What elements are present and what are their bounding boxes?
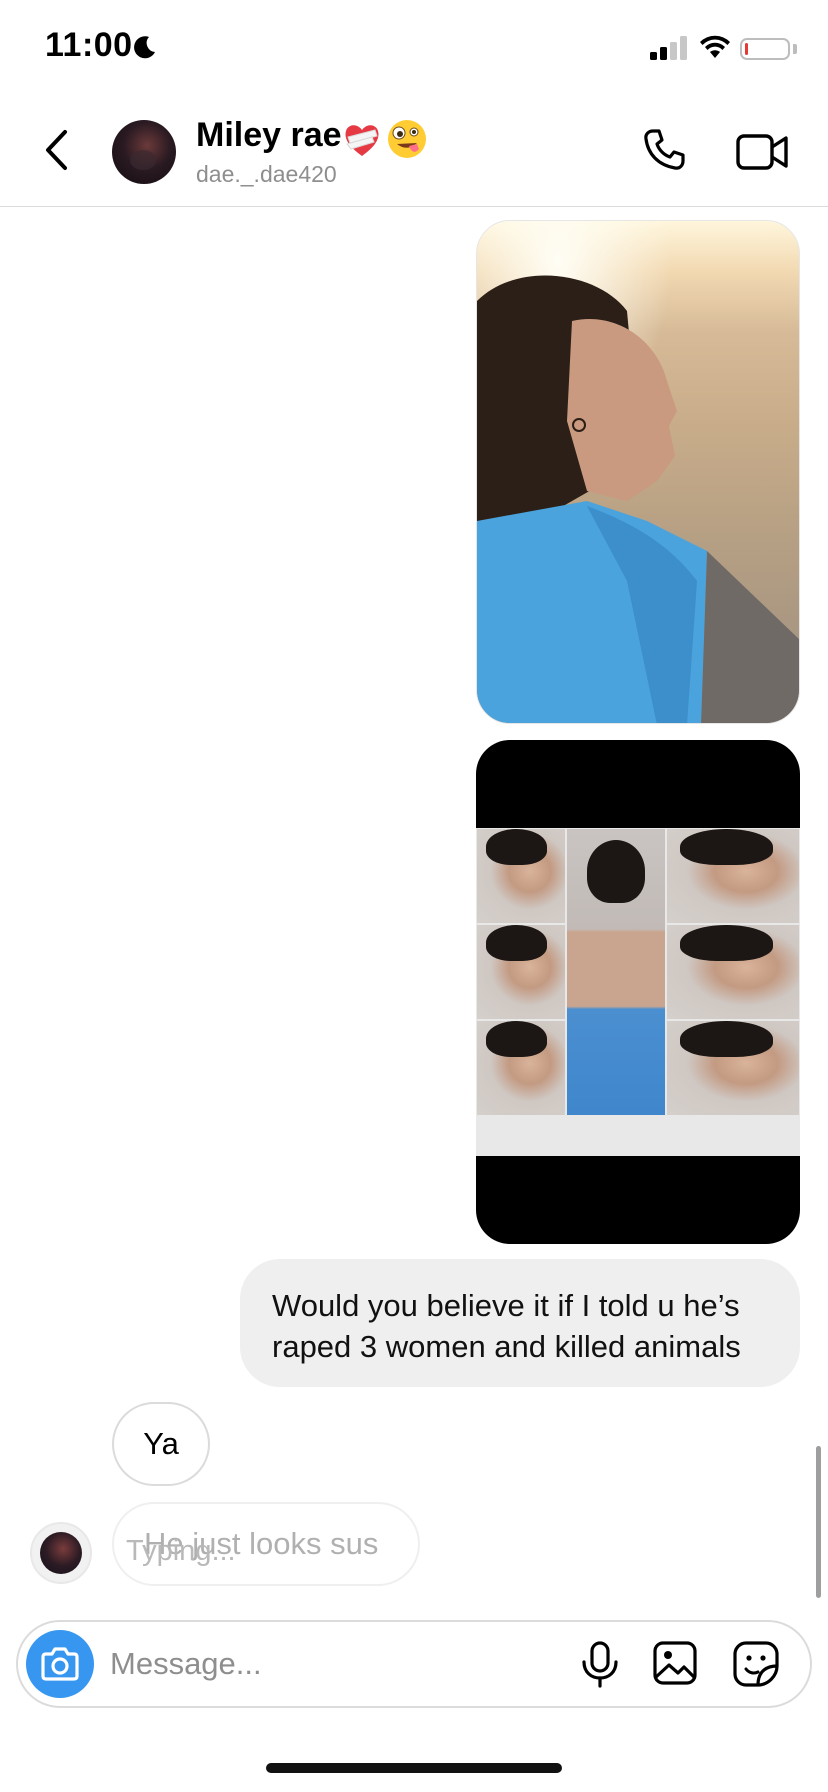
photo-collage [476,828,800,1156]
message-input[interactable] [110,1636,550,1692]
camera-button[interactable] [26,1630,94,1698]
sent-message-bubble[interactable]: Would you believe it if I told u he’s ra… [240,1259,800,1387]
avatar[interactable] [112,120,176,184]
microphone-icon[interactable] [578,1640,622,1688]
collage-cell [476,828,566,924]
mending-heart-emoji [345,125,379,156]
cellular-signal-icon [650,36,687,60]
photo-content [477,221,799,723]
collage-cell [476,1020,566,1116]
phone-icon[interactable] [640,126,688,174]
message-photo-collage[interactable] [476,740,800,1244]
received-message-bubble[interactable]: Ya [112,1402,210,1486]
avatar[interactable] [30,1522,92,1584]
gallery-icon[interactable] [652,1640,698,1686]
contact-name[interactable]: Miley rae [196,116,342,155]
scrollbar[interactable] [816,1446,821,1598]
battery-low-icon [740,38,790,60]
video-camera-icon[interactable] [736,130,788,174]
collage-cell [666,828,800,924]
typing-indicator: Typing... [126,1535,236,1567]
moon-icon [134,36,155,59]
collage-cell [476,924,566,1020]
chevron-left-icon[interactable] [40,128,74,172]
wifi-icon [700,35,730,58]
camera-icon [41,1647,79,1681]
collage-cell [666,924,800,1020]
message-photo[interactable] [476,220,800,724]
avatar-image [40,1532,82,1574]
battery-cap [793,44,797,54]
collage-cell [566,828,666,1116]
header-divider [0,206,828,207]
collage-cell [666,1020,800,1116]
username: dae._.dae420 [196,161,337,187]
home-indicator [266,1763,562,1773]
sticker-icon[interactable] [732,1640,780,1688]
status-time: 11:00 [45,26,133,64]
zany-face-emoji [388,120,426,158]
